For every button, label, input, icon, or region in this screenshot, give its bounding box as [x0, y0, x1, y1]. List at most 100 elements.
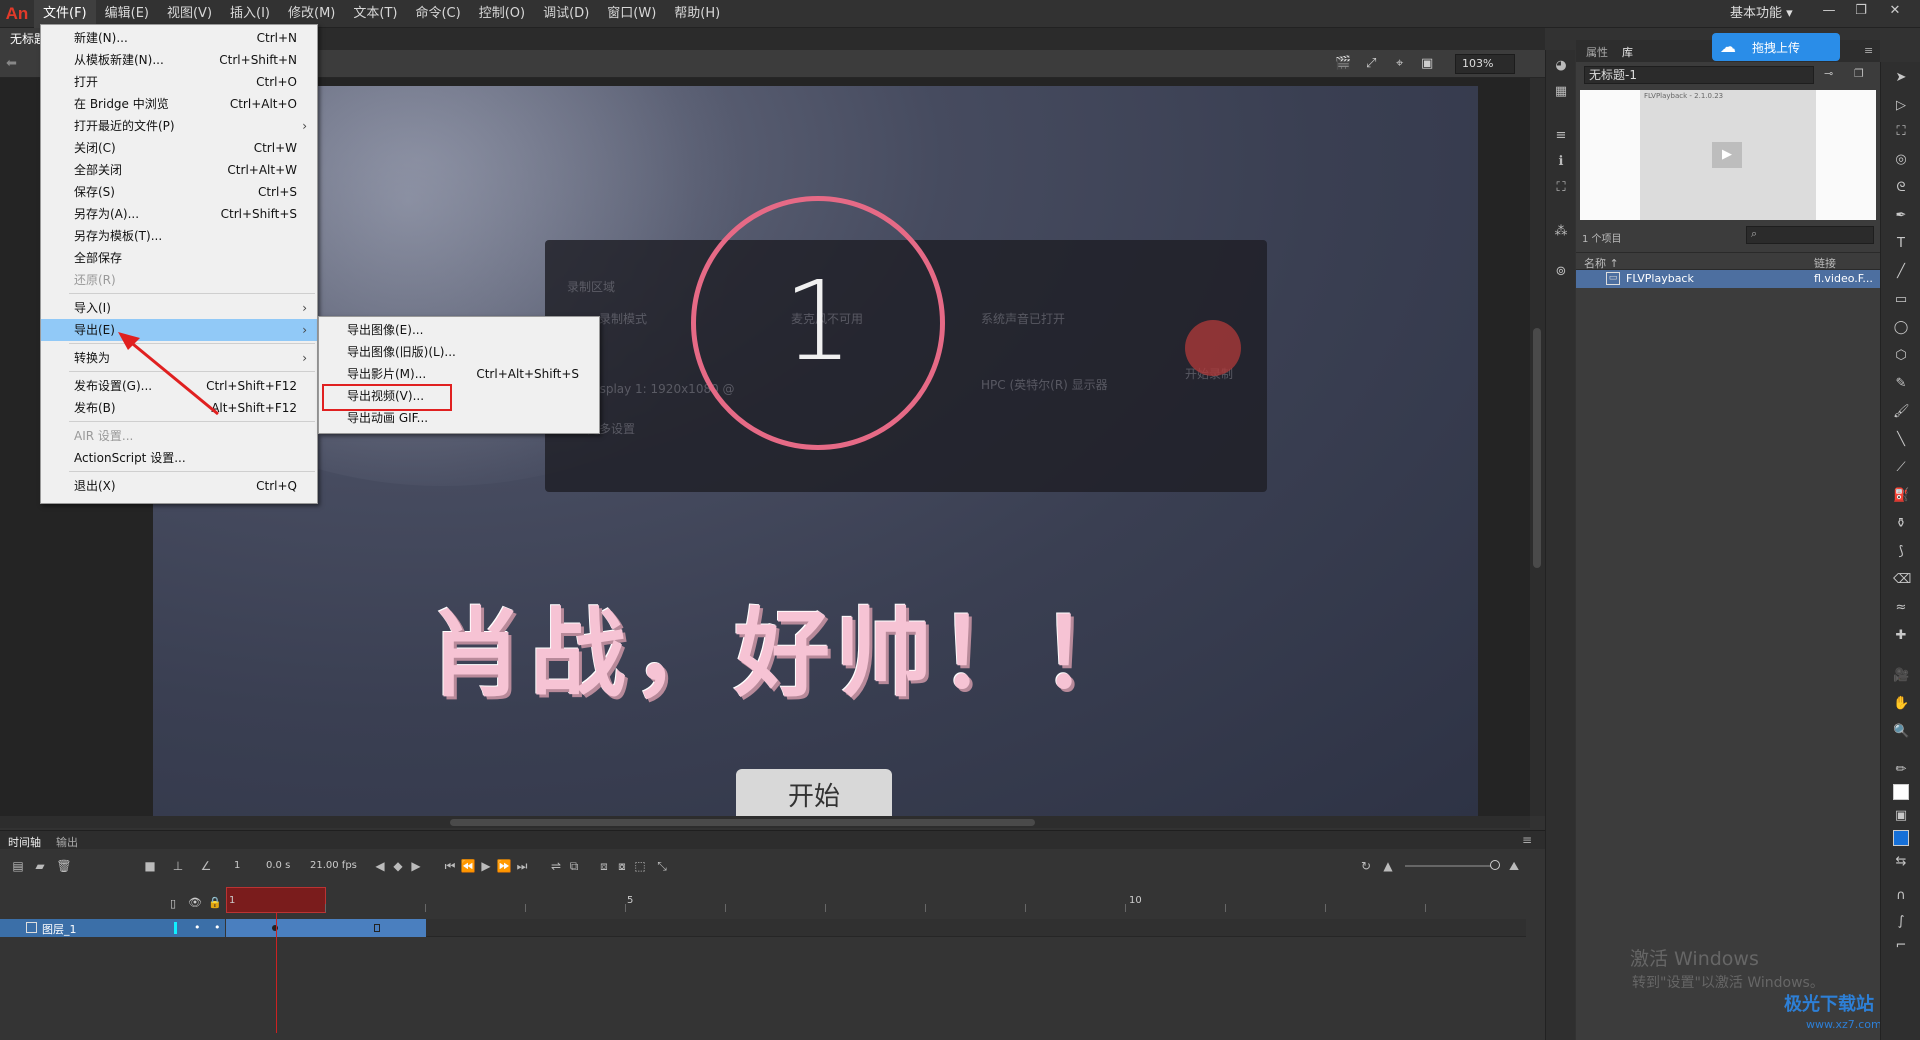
free-transform-tool-icon[interactable]: ⛶ [1893, 124, 1909, 140]
fill-swatch[interactable] [1893, 830, 1909, 846]
visible-dot-icon[interactable]: • [194, 921, 201, 934]
color-icon[interactable]: ◕ [1553, 58, 1569, 74]
menu-item-save-as-template[interactable]: 另存为模板(T)... [41, 225, 317, 247]
column-link[interactable]: 链接 [1814, 255, 1836, 271]
restore-icon[interactable]: ❐ [1846, 0, 1876, 24]
asset-warp-tool-icon[interactable]: ✚ [1893, 628, 1909, 644]
clapper-icon[interactable]: 🎬 [1335, 56, 1351, 71]
panel-menu-icon[interactable]: ≡ [1864, 44, 1873, 57]
start-button[interactable]: 开始 [736, 769, 892, 816]
align-icon[interactable]: ≡ [1553, 128, 1569, 144]
components-icon[interactable]: ⁂ [1553, 224, 1569, 240]
go-to-last-frame-icon[interactable]: ⏭ [514, 859, 530, 873]
graph-icon[interactable]: ∠ [198, 859, 214, 873]
new-folder-icon[interactable]: ▰ [32, 859, 48, 873]
line-tool-icon[interactable]: ╱ [1893, 264, 1909, 280]
zoom-select[interactable]: 103% [1455, 54, 1515, 74]
swap-colors-icon[interactable]: ⇆ [1893, 854, 1909, 870]
menu-item-export-movie[interactable]: 导出影片(M)... Ctrl+Alt+Shift+S [319, 363, 599, 385]
menu-window[interactable]: 窗口(W) [598, 0, 665, 28]
menu-item-new[interactable]: 新建(N)... Ctrl+N [41, 27, 317, 49]
minimize-icon[interactable]: — [1814, 0, 1844, 24]
center-frame-icon[interactable]: ↻ [1358, 859, 1374, 873]
3d-rotation-tool-icon[interactable]: ◎ [1893, 152, 1909, 168]
menu-item-open-recent[interactable]: 打开最近的文件(P) › [41, 115, 317, 137]
scroll-thumb[interactable] [1533, 328, 1541, 568]
info-icon[interactable]: ℹ [1553, 154, 1569, 170]
current-time[interactable]: 0.0 s [266, 860, 290, 871]
menu-item-open[interactable]: 打开 Ctrl+O [41, 71, 317, 93]
pin-icon[interactable]: ⊸ [1824, 67, 1833, 80]
hand-tool-icon[interactable]: ✋ [1893, 696, 1909, 712]
step-back-icon[interactable]: ⏪ [460, 859, 476, 873]
menu-item-import[interactable]: 导入(I) › [41, 297, 317, 319]
transform-panel-icon[interactable]: ⛶ [1553, 180, 1569, 196]
slider-knob[interactable] [1490, 860, 1500, 870]
center-stage-icon[interactable]: ⌖ [1396, 56, 1403, 71]
pen-tool-icon[interactable]: ✒ [1893, 208, 1909, 224]
frame-span-icon[interactable]: ⤡ [654, 859, 670, 873]
selection-tool-icon[interactable]: ➤ [1893, 70, 1909, 86]
unlocked-dot-icon[interactable]: • [214, 921, 221, 934]
menu-item-exit[interactable]: 退出(X) Ctrl+Q [41, 475, 317, 497]
menu-item-new-from-template[interactable]: 从模板新建(N)... Ctrl+Shift+N [41, 49, 317, 71]
menu-item-save-as[interactable]: 另存为(A)... Ctrl+Shift+S [41, 203, 317, 225]
modify-markers-icon[interactable]: ⬚ [632, 859, 648, 873]
next-keyframe-icon[interactable]: ▶ [408, 859, 424, 873]
menu-item-actionscript-settings[interactable]: ActionScript 设置... [41, 447, 317, 469]
onion-outline-icon[interactable]: ⧇ [614, 859, 630, 873]
brush-tool-icon[interactable]: ╲ [1893, 432, 1909, 448]
tab-library[interactable]: 库 [1622, 44, 1633, 60]
back-arrow-icon[interactable]: ⬅ [6, 56, 17, 71]
zoom-out-icon[interactable]: ▲ [1380, 859, 1396, 873]
layer-row[interactable]: 图层_1 • • [0, 919, 225, 937]
new-library-icon[interactable]: ❐ [1854, 67, 1864, 80]
drag-upload-button[interactable]: ☁ 拖拽上传 [1712, 33, 1840, 61]
menu-item-export-image[interactable]: 导出图像(E)... [319, 319, 599, 341]
ink-bottle-tool-icon[interactable]: ⚱ [1893, 516, 1909, 532]
menu-control[interactable]: 控制(O) [470, 0, 534, 28]
stroke-swatch[interactable] [1893, 784, 1909, 800]
eraser-tool-icon[interactable]: ⌫ [1893, 572, 1911, 588]
menu-item-publish[interactable]: 发布(B) Alt+Shift+F12 [41, 397, 317, 419]
swatches-icon[interactable]: ▦ [1553, 84, 1569, 100]
menu-item-browse-bridge[interactable]: 在 Bridge 中浏览 Ctrl+Alt+O [41, 93, 317, 115]
zoom-tool-icon[interactable]: 🔍 [1893, 724, 1909, 740]
workspace-switcher[interactable]: 基本功能 ▾ [1730, 0, 1793, 28]
tab-output[interactable]: 输出 [56, 834, 78, 850]
menu-text[interactable]: 文本(T) [344, 0, 406, 28]
tab-properties[interactable]: 属性 [1586, 44, 1608, 60]
eyedropper-tool-icon[interactable]: ⟆ [1893, 544, 1909, 560]
paint-brush-tool-icon[interactable]: 🖌 [1893, 404, 1910, 420]
prev-keyframe-icon[interactable]: ◀ [372, 859, 388, 873]
onion-skin-icon[interactable]: ⧉ [566, 859, 582, 873]
bone-tool-icon[interactable]: ⟋ [1893, 460, 1909, 476]
menu-item-export[interactable]: 导出(E) › [41, 319, 317, 341]
keyframe[interactable] [272, 925, 278, 931]
menu-help[interactable]: 帮助(H) [665, 0, 729, 28]
tab-timeline[interactable]: 时间轴 [8, 834, 41, 850]
timeline-zoom-slider[interactable] [1405, 865, 1495, 867]
paint-bucket-tool-icon[interactable]: ⛽ [1893, 488, 1909, 504]
lock-icon[interactable]: 🔒 [208, 896, 222, 909]
lasso-tool-icon[interactable]: ᘓ [1893, 180, 1909, 196]
frame-ruler[interactable]: 1 5 10 [225, 894, 1525, 912]
menu-item-close-all[interactable]: 全部关闭 Ctrl+Alt+W [41, 159, 317, 181]
cc-libraries-icon[interactable]: ⊚ [1553, 264, 1569, 280]
play-icon[interactable]: ▶ [1712, 142, 1742, 168]
horizontal-scrollbar[interactable] [0, 816, 1530, 828]
delete-icon[interactable]: 🗑 [56, 859, 72, 873]
smooth-icon[interactable]: ∫ [1893, 914, 1909, 930]
menu-item-save[interactable]: 保存(S) Ctrl+S [41, 181, 317, 203]
text-tool-icon[interactable]: T [1893, 236, 1909, 252]
panel-menu-icon[interactable]: ≡ [1522, 833, 1532, 847]
camera-icon[interactable]: ■ [142, 859, 158, 873]
menu-item-publish-settings[interactable]: 发布设置(G)... Ctrl+Shift+F12 [41, 375, 317, 397]
transform-icon[interactable]: ⤢ [1366, 56, 1376, 71]
camera-tool-icon[interactable]: 🎥 [1893, 668, 1909, 684]
fill-color-icon[interactable]: ▣ [1893, 808, 1909, 824]
new-layer-icon[interactable]: ▤ [10, 859, 26, 873]
close-icon[interactable]: ✕ [1880, 0, 1910, 24]
frame-rate[interactable]: 21.00 fps [310, 860, 357, 871]
frame-span[interactable] [226, 919, 426, 937]
